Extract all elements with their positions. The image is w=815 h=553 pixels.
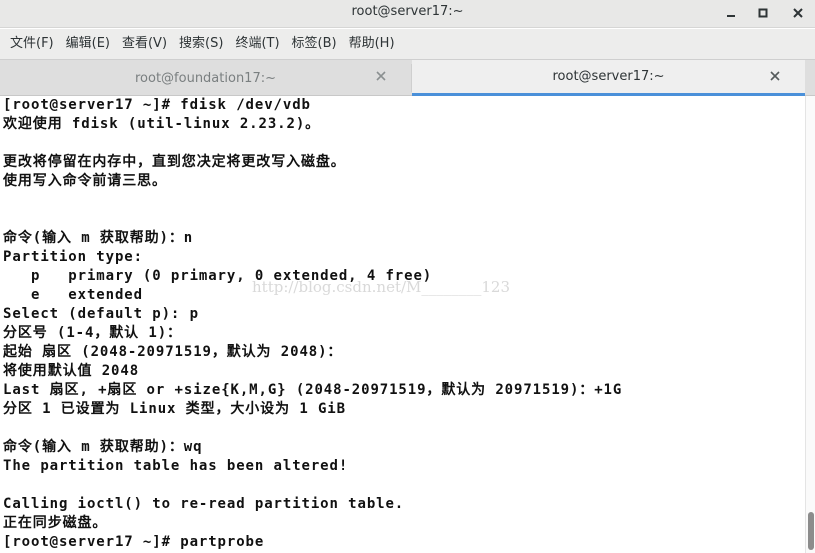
tab-server17[interactable]: root@server17:~ bbox=[412, 60, 805, 96]
tab-close-icon bbox=[376, 70, 386, 85]
close-icon bbox=[792, 7, 804, 19]
menu-file[interactable]: 文件(F) bbox=[4, 29, 60, 59]
terminal-line: [root@server17 ~]# partprobe bbox=[3, 534, 265, 550]
terminal-output[interactable]: [root@server17 ~]# fdisk /dev/vdb 欢迎使用 f… bbox=[0, 96, 805, 553]
menu-view[interactable]: 查看(V) bbox=[116, 29, 173, 59]
window-title: root@server17:~ bbox=[351, 4, 464, 19]
terminal-line: Select (default p): p bbox=[3, 306, 199, 322]
terminal-line: Last 扇区, +扇区 or +size{K,M,G} (2048-20971… bbox=[3, 382, 623, 398]
terminal-line: 将使用默认值 2048 bbox=[3, 363, 140, 379]
terminal-line: e extended bbox=[3, 287, 143, 303]
menu-bar: 文件(F) 编辑(E) 查看(V) 搜索(S) 终端(T) 标签(B) 帮助(H… bbox=[0, 29, 815, 59]
terminal-line: 更改将停留在内存中，直到您决定将更改写入磁盘。 bbox=[3, 154, 346, 170]
terminal-line: Partition type: bbox=[3, 249, 143, 265]
terminal-line: 命令(输入 m 获取帮助)：n bbox=[3, 230, 194, 246]
terminal-line: Calling ioctl() to re-read partition tab… bbox=[3, 496, 405, 512]
minimize-button[interactable] bbox=[720, 3, 742, 23]
terminal-line: 正在同步磁盘。 bbox=[3, 515, 108, 531]
tab-close-button[interactable] bbox=[373, 69, 389, 85]
maximize-icon bbox=[757, 7, 769, 19]
terminal-line: [root@server17 ~]# fdisk /dev/vdb bbox=[3, 97, 311, 113]
tab-label: root@server17:~ bbox=[552, 69, 665, 84]
terminal-line: 欢迎使用 fdisk (util-linux 2.23.2)。 bbox=[3, 116, 321, 132]
terminal-line: 起始 扇区 (2048-20971519，默认为 2048)： bbox=[3, 344, 343, 360]
menu-tabs[interactable]: 标签(B) bbox=[286, 29, 343, 59]
terminal-scrollbar[interactable] bbox=[805, 96, 815, 553]
tab-label: root@foundation17:~ bbox=[134, 70, 276, 86]
terminal-line: The partition table has been altered! bbox=[3, 458, 349, 474]
tab-close-button[interactable] bbox=[767, 69, 783, 85]
menu-help[interactable]: 帮助(H) bbox=[343, 29, 401, 59]
scrollbar-thumb[interactable] bbox=[808, 512, 814, 550]
close-button[interactable] bbox=[787, 3, 809, 23]
terminal-line: 使用写入命令前请三思。 bbox=[3, 173, 167, 189]
title-bar: root@server17:~ bbox=[0, 0, 815, 28]
terminal-line: 分区号 (1-4，默认 1)： bbox=[3, 325, 182, 341]
tab-close-icon bbox=[770, 70, 780, 85]
terminal-line: p primary (0 primary, 0 extended, 4 free… bbox=[3, 268, 433, 284]
tab-bar: root@foundation17:~ root@server17:~ bbox=[0, 59, 815, 96]
menu-edit[interactable]: 编辑(E) bbox=[60, 29, 116, 59]
menu-search[interactable]: 搜索(S) bbox=[173, 29, 229, 59]
tab-foundation17[interactable]: root@foundation17:~ bbox=[0, 60, 411, 96]
menu-terminal[interactable]: 终端(T) bbox=[229, 29, 285, 59]
minimize-icon bbox=[725, 7, 737, 19]
maximize-button[interactable] bbox=[752, 3, 774, 23]
terminal-line: 命令(输入 m 获取帮助)：wq bbox=[3, 439, 203, 455]
terminal-line: 分区 1 已设置为 Linux 类型，大小设为 1 GiB bbox=[3, 401, 346, 417]
